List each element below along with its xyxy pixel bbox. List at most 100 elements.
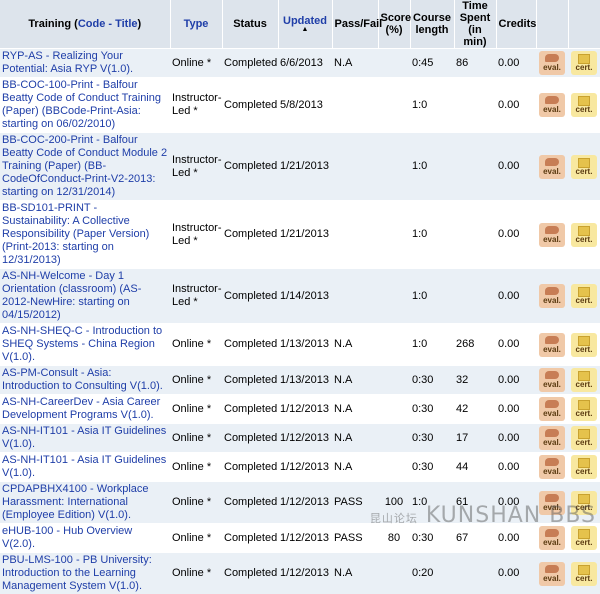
cert-button[interactable]: cert. [571,397,597,421]
training-link[interactable]: BB-COC-100-Print - Balfour Beatty Code o… [2,79,168,131]
updated-cell: 1/12/2013 [278,453,332,482]
eval-button-label: eval. [543,233,561,246]
eval-cell: eval. [536,49,568,78]
updated-cell: 1/21/2013 [278,133,332,201]
table-row: AS-NH-IT101 - Asia IT Guidelines V(1.0).… [0,453,600,482]
eval-button[interactable]: eval. [539,223,565,247]
eval-button[interactable]: eval. [539,93,565,117]
updated-sort-header[interactable]: Updated ▲ [278,0,332,49]
code-sort-link[interactable]: Code [78,18,106,30]
cert-button[interactable]: cert. [571,562,597,586]
eval-button[interactable]: eval. [539,51,565,75]
training-link[interactable]: BB-SD101-PRINT - Sustainability: A Colle… [2,202,168,267]
status-cell: Completed [222,453,278,482]
eval-button[interactable]: eval. [539,155,565,179]
training-link[interactable]: BB-COC-200-Print - Balfour Beatty Code o… [2,134,168,199]
certificate-icon [578,400,590,410]
cert-cell: cert. [568,201,600,269]
eval-button[interactable]: eval. [539,368,565,392]
speech-bubble-icon [545,565,559,573]
eval-button[interactable]: eval. [539,562,565,586]
cert-button[interactable]: cert. [571,155,597,179]
time-spent-cell [454,269,496,324]
training-link[interactable]: RYP-AS - Realizing Your Potential: Asia … [2,50,168,76]
course-length-cell: 0:30 [410,366,454,395]
updated-cell: 6/6/2013 [278,49,332,78]
type-cell: Instructor-Led * [170,78,222,133]
certificate-icon [578,336,590,346]
status-header: Status [222,0,278,49]
score-cell [378,201,410,269]
credits-cell: 0.00 [496,133,536,201]
time-spent-cell [454,133,496,201]
title-sort-link[interactable]: Title [115,18,137,30]
type-cell: Instructor-Led * [170,269,222,324]
table-row: BB-COC-200-Print - Balfour Beatty Code o… [0,133,600,201]
header-row: Training (Code - Title) Type Status Upda… [0,0,600,49]
training-link[interactable]: AS-NH-IT101 - Asia IT Guidelines V(1.0). [2,454,168,480]
eval-button[interactable]: eval. [539,455,565,479]
training-cell: AS-NH-Welcome - Day 1 Orientation (class… [0,269,170,324]
speech-bubble-icon [545,529,559,537]
course-length-cell: 1:0 [410,201,454,269]
status-cell: Completed [222,424,278,453]
training-link[interactable]: AS-NH-CareerDev - Asia Career Developmen… [2,396,168,422]
speech-bubble-icon [545,226,559,234]
time-spent-cell: 268 [454,324,496,366]
training-link[interactable]: AS-NH-Welcome - Day 1 Orientation (class… [2,270,168,322]
time-spent-cell: 86 [454,49,496,78]
eval-button-label: eval. [543,294,561,307]
training-link[interactable]: PBU-LMS-100 - PB University: Introductio… [2,554,168,593]
cert-cell: cert. [568,395,600,424]
eval-cell: eval. [536,78,568,133]
cert-button[interactable]: cert. [571,455,597,479]
eval-button[interactable]: eval. [539,333,565,357]
credits-cell: 0.00 [496,395,536,424]
training-link[interactable]: AS-NH-IT101 - Asia IT Guidelines V(1.0). [2,425,168,451]
cert-button[interactable]: cert. [571,223,597,247]
training-link[interactable]: eHUB-100 - Hub Overview V(2.0). [2,525,168,551]
cert-button[interactable]: cert. [571,51,597,75]
passfail-cell: N.A [332,424,378,453]
eval-cell: eval. [536,424,568,453]
type-sort-header[interactable]: Type [170,0,222,49]
score-cell [378,395,410,424]
type-cell: Online * [170,524,222,553]
eval-cell: eval. [536,553,568,594]
training-cell: AS-PM-Consult - Asia: Introduction to Co… [0,366,170,395]
training-link[interactable]: CPDAPBHX4100 - Workplace Harassment: Int… [2,483,168,522]
passfail-cell [332,269,378,324]
cert-cell: cert. [568,133,600,201]
time-spent-cell [454,78,496,133]
time-spent-cell: 44 [454,453,496,482]
eval-button[interactable]: eval. [539,397,565,421]
eval-button[interactable]: eval. [539,284,565,308]
certificate-icon [578,226,590,236]
eval-button-label: eval. [543,407,561,420]
training-cell: AS-NH-IT101 - Asia IT Guidelines V(1.0). [0,424,170,453]
speech-bubble-icon [545,494,559,502]
type-cell: Online * [170,482,222,524]
credits-cell: 0.00 [496,424,536,453]
passfail-cell: N.A [332,324,378,366]
time-spent-cell: 32 [454,366,496,395]
status-cell: Completed [222,482,278,524]
cert-button[interactable]: cert. [571,333,597,357]
eval-button-label: eval. [543,103,561,116]
course-length-cell: 0:30 [410,453,454,482]
cert-cell: cert. [568,366,600,395]
type-cell: Online * [170,424,222,453]
score-cell [378,424,410,453]
cert-button[interactable]: cert. [571,426,597,450]
training-link[interactable]: AS-NH-SHEQ-C - Introduction to SHEQ Syst… [2,325,168,364]
cert-cell: cert. [568,49,600,78]
updated-cell: 1/14/2013 [278,269,332,324]
cert-button[interactable]: cert. [571,368,597,392]
credits-cell: 0.00 [496,366,536,395]
cert-button[interactable]: cert. [571,93,597,117]
table-row: BB-SD101-PRINT - Sustainability: A Colle… [0,201,600,269]
eval-button[interactable]: eval. [539,426,565,450]
updated-cell: 1/12/2013 [278,395,332,424]
cert-button[interactable]: cert. [571,284,597,308]
training-link[interactable]: AS-PM-Consult - Asia: Introduction to Co… [2,367,168,393]
